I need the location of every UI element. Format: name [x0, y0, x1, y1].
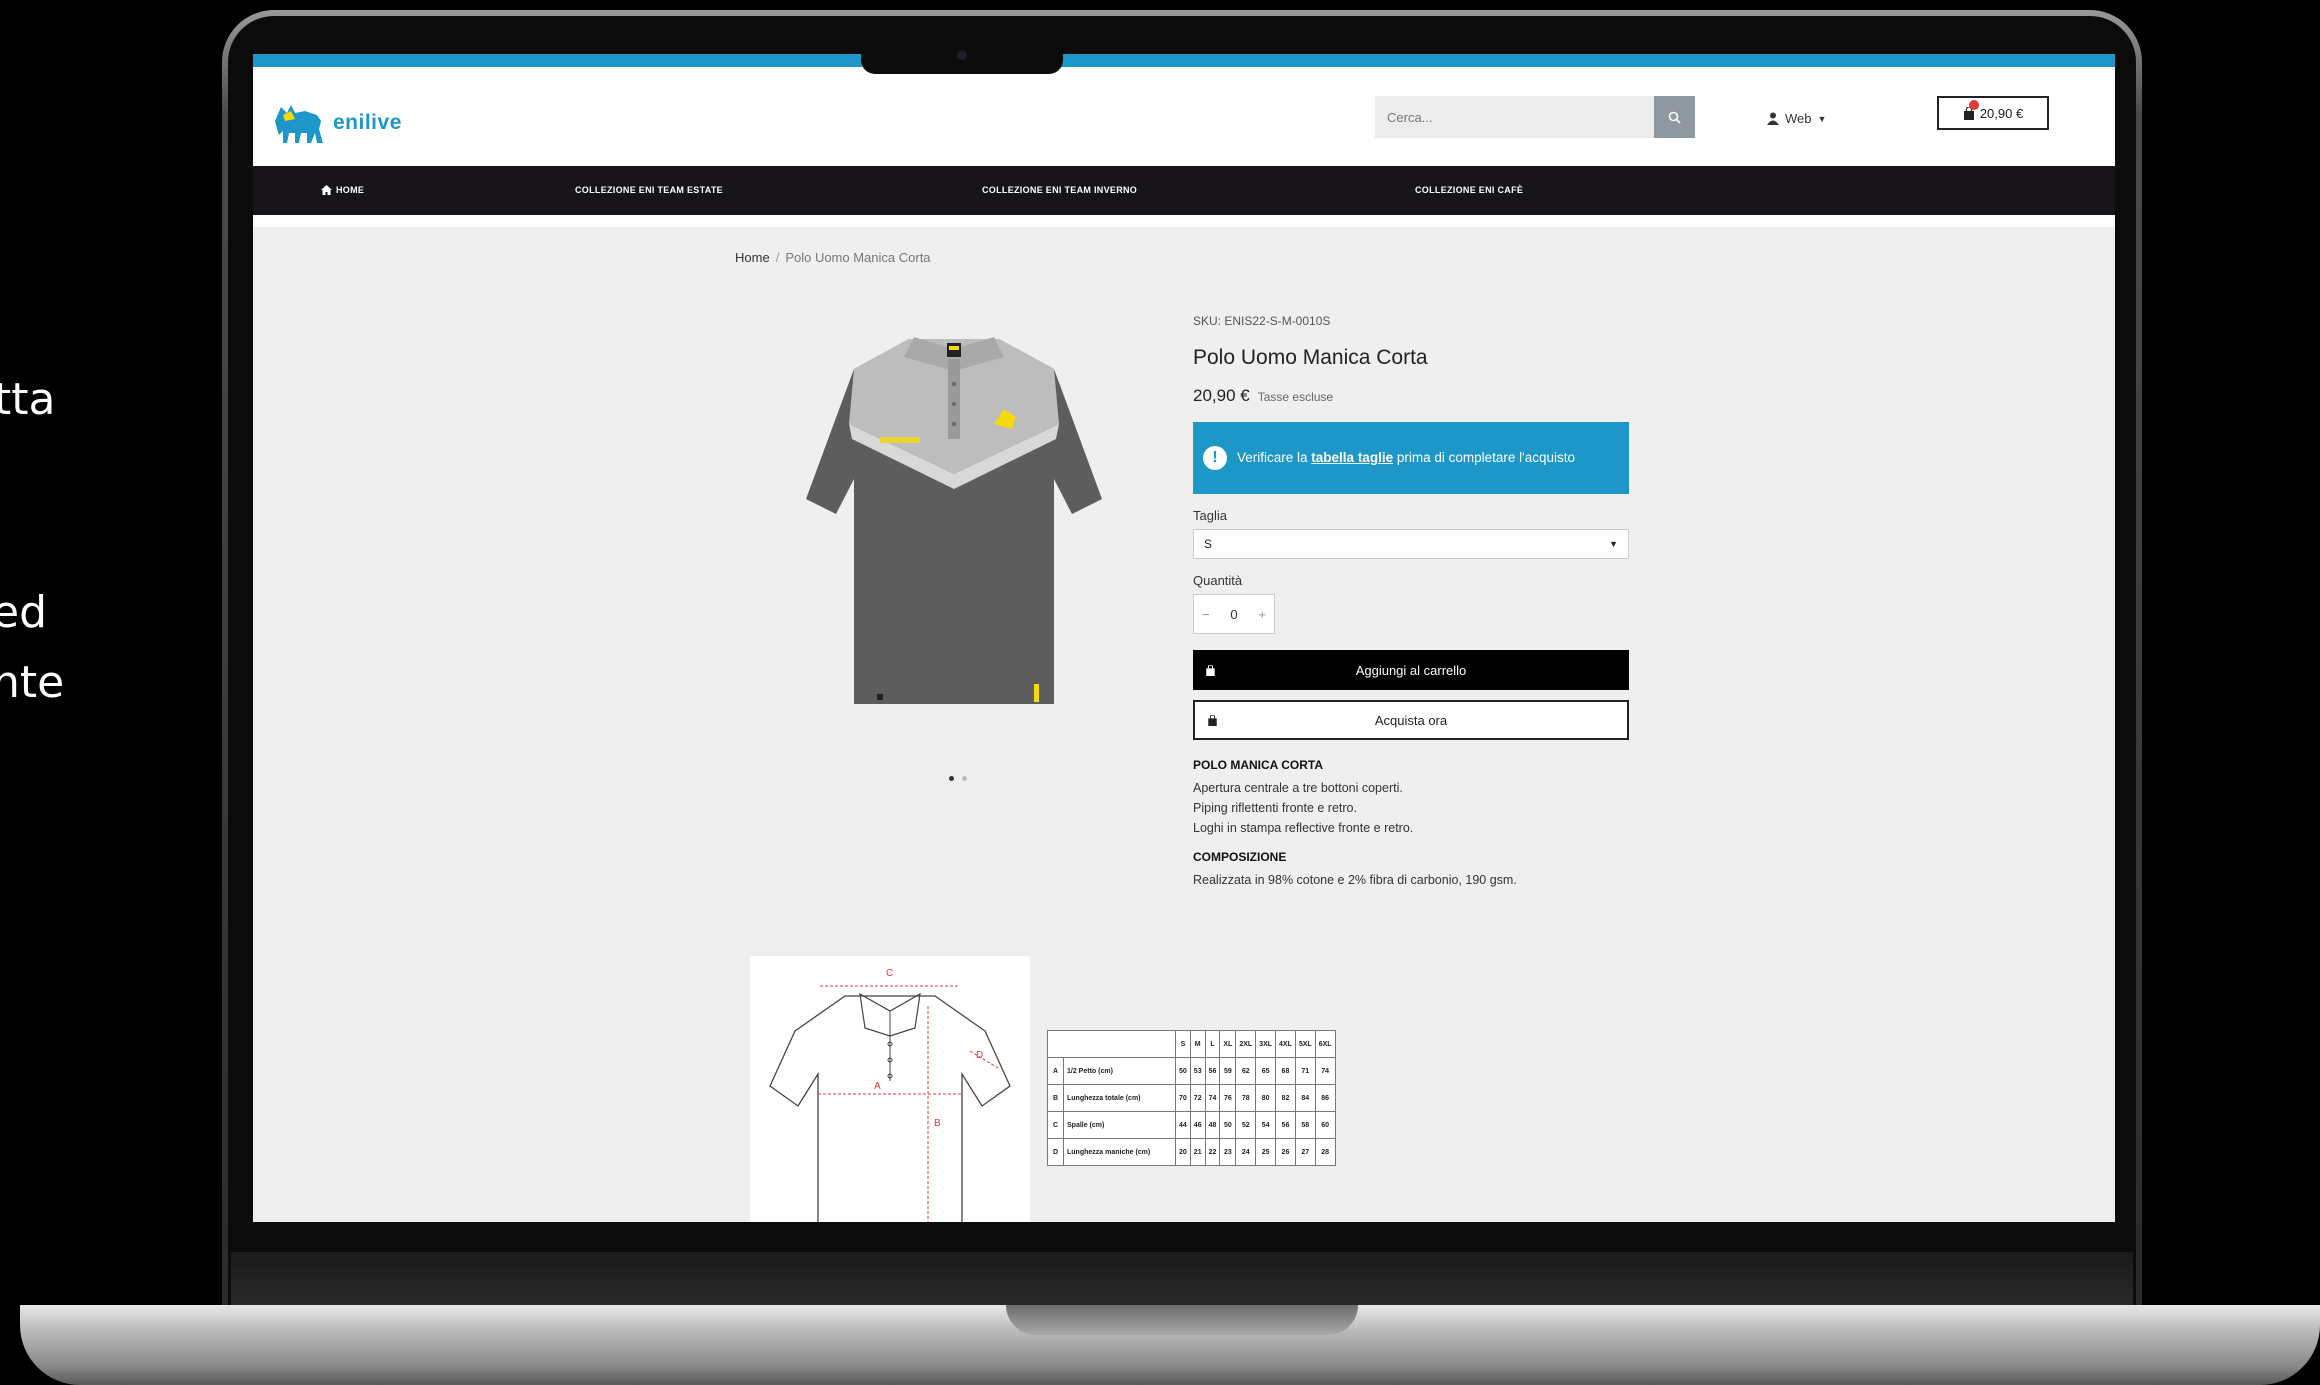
camera-notch	[861, 40, 1063, 74]
composition-title: COMPOSIZIONE	[1193, 850, 1287, 864]
laptop-base-notch	[1006, 1305, 1358, 1335]
quantity-label: Quantità	[1193, 573, 1243, 588]
size-select[interactable]: S ▼	[1193, 529, 1629, 559]
caret-down-icon: ▼	[1609, 539, 1618, 549]
size-label: Taglia	[1193, 508, 1227, 523]
quantity-input[interactable]: 0	[1230, 607, 1237, 622]
home-icon	[321, 185, 332, 195]
table-row: C Spalle (cm) 44 46 48 50 52 54 56 58 60	[1047, 1111, 1336, 1139]
six-legged-dog-icon	[275, 105, 323, 143]
size-table-link[interactable]: tabella taglie	[1311, 450, 1393, 465]
main-nav: HOME COLLEZIONE ENI TEAM ESTATE COLLEZIO…	[253, 166, 2115, 215]
description-text: Apertura centrale a tre bottoni coperti.…	[1193, 781, 1414, 835]
size-table: SML XL 2XL 3XL 4XL 5XL 6XL A 1/2 Petto (cm) 5…	[1047, 1030, 1336, 1166]
product-sku: SKU: ENIS22-S-M-0010S	[1193, 314, 1331, 328]
table-row: B Lunghezza totale (cm) 70 72 74 76 78 80 82 8…	[1047, 1084, 1336, 1112]
user-icon	[1767, 112, 1779, 125]
description-title: POLO MANICA CORTA	[1193, 758, 1323, 772]
breadcrumb-home[interactable]: Home	[735, 250, 770, 265]
label-b: B	[934, 1118, 941, 1129]
size-table-alert: ! Verificare la tabella taglie prima di …	[1193, 422, 1629, 494]
browser-screen: enilive Web ▼ 20,90 € HOME COLLEZIONE EN…	[253, 54, 2115, 1222]
enilive-logo[interactable]: enilive	[271, 99, 402, 147]
exclamation-icon: !	[1203, 446, 1227, 470]
search-icon	[1668, 111, 1681, 124]
product-price: 20,90 €	[1193, 386, 1250, 405]
side-text-bottom: ed nte	[0, 587, 65, 708]
nav-item-estate[interactable]: COLLEZIONE ENI TEAM ESTATE	[575, 185, 723, 195]
tax-note: Tasse escluse	[1257, 390, 1334, 404]
table-row: SML XL 2XL 3XL 4XL 5XL 6XL	[1047, 1030, 1336, 1058]
cart-total: 20,90 €	[1979, 105, 2024, 121]
table-row: D Lunghezza maniche (cm) 20 21 22 23 24 25 26…	[1047, 1138, 1336, 1166]
product-image-polo[interactable]	[804, 329, 1104, 709]
top-accent-bar	[253, 54, 2115, 67]
label-a: A	[874, 1081, 881, 1092]
size-value: S	[1204, 537, 1213, 551]
user-menu[interactable]: Web ▼	[1767, 111, 1826, 126]
label-c: C	[886, 968, 893, 979]
product-title: Polo Uomo Manica Corta	[1193, 346, 1428, 369]
chevron-down-icon: ▼	[1817, 113, 1827, 124]
qty-increment-button[interactable]: +	[1258, 607, 1266, 622]
add-to-cart-button[interactable]: Aggiungi al carrello	[1193, 650, 1629, 690]
cart-badge	[1969, 100, 1979, 110]
nav-item-home[interactable]: HOME	[321, 185, 364, 195]
nav-item-cafe[interactable]: COLLEZIONE ENI CAFÈ	[1415, 185, 1523, 195]
side-text-top: tta	[0, 374, 56, 425]
user-label: Web	[1785, 111, 1812, 126]
nav-divider	[253, 215, 2115, 227]
qty-decrement-button[interactable]: −	[1202, 607, 1210, 622]
search-input[interactable]	[1375, 96, 1654, 138]
label-d: D	[976, 1050, 983, 1061]
composition-text: Realizzata in 98% cotone e 2% fibra di c…	[1193, 873, 1517, 887]
cart-button[interactable]: 20,90 €	[1937, 96, 2049, 130]
site-header: enilive Web ▼ 20,90 €	[253, 67, 2115, 166]
breadcrumb-current: Polo Uomo Manica Corta	[785, 250, 931, 265]
breadcrumb: Home / Polo Uomo Manica Corta	[735, 250, 931, 265]
product-info: SKU: ENIS22-S-M-0010S Polo Uomo Manica C…	[1193, 314, 1629, 890]
search-button[interactable]	[1654, 96, 1695, 138]
search-bar	[1375, 96, 1695, 138]
table-row: A 1/2 Petto (cm) 50 53 56 59 62 65 68 71 74	[1047, 1057, 1336, 1085]
price-row: 20,90 € Tasse escluse	[1193, 386, 1629, 406]
quantity-stepper: − 0 +	[1193, 594, 1275, 634]
laptop-chin	[231, 1252, 2133, 1310]
brand-name: enilive	[333, 111, 402, 134]
size-chart-diagram: C A B D	[750, 956, 1030, 1222]
image-carousel-dots[interactable]	[949, 776, 967, 781]
nav-item-inverno[interactable]: COLLEZIONE ENI TEAM INVERNO	[982, 185, 1137, 195]
buy-now-button[interactable]: Acquista ora	[1193, 700, 1629, 740]
